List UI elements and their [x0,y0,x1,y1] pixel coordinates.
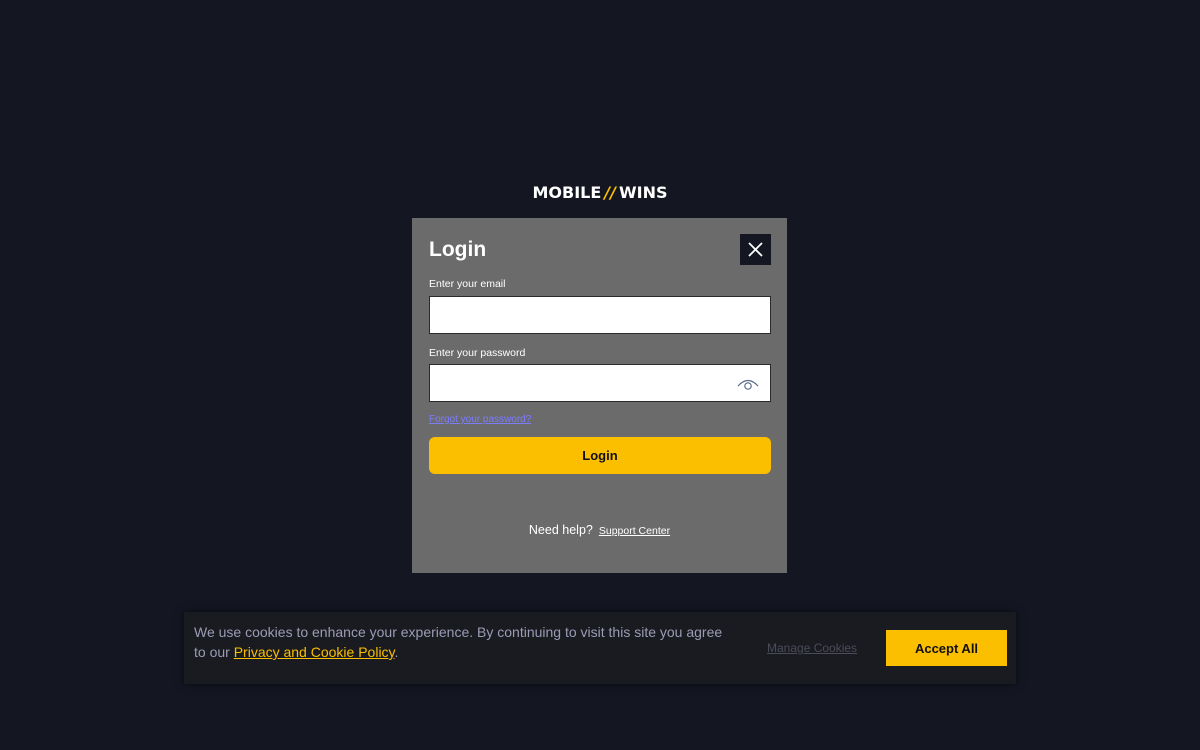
privacy-policy-link[interactable]: Privacy and Cookie Policy [234,644,395,660]
email-field-wrapper [429,296,771,334]
password-field-wrapper [429,364,771,402]
brand-logo: MOBILE//WINS [0,183,1200,203]
email-label: Enter your email [429,278,506,290]
manage-cookies-link[interactable]: Manage Cookies [767,641,857,655]
logo-separator: // [604,183,616,202]
forgot-password-link[interactable]: Forgot your password? [429,414,531,426]
accept-all-button[interactable]: Accept All [886,630,1007,666]
close-button[interactable] [740,234,771,265]
login-modal: Login Enter your email Enter your passwo… [412,218,787,573]
support-center-link[interactable]: Support Center [599,525,670,537]
password-label: Enter your password [429,347,526,359]
login-button[interactable]: Login [429,437,771,474]
help-text: Need help? [528,523,593,537]
cookie-text-after: . [394,644,399,660]
cookie-banner: We use cookies to enhance your experienc… [184,612,1016,684]
cookie-message: We use cookies to enhance your experienc… [194,622,734,662]
eye-icon[interactable] [737,377,759,391]
modal-title: Login [429,238,487,261]
help-row: Need help? Support Center [412,522,787,539]
close-icon [748,242,763,257]
logo-text-right: WINS [618,183,668,202]
password-field[interactable] [430,365,770,401]
email-field[interactable] [430,297,770,333]
logo-text-left: MOBILE [532,183,602,202]
